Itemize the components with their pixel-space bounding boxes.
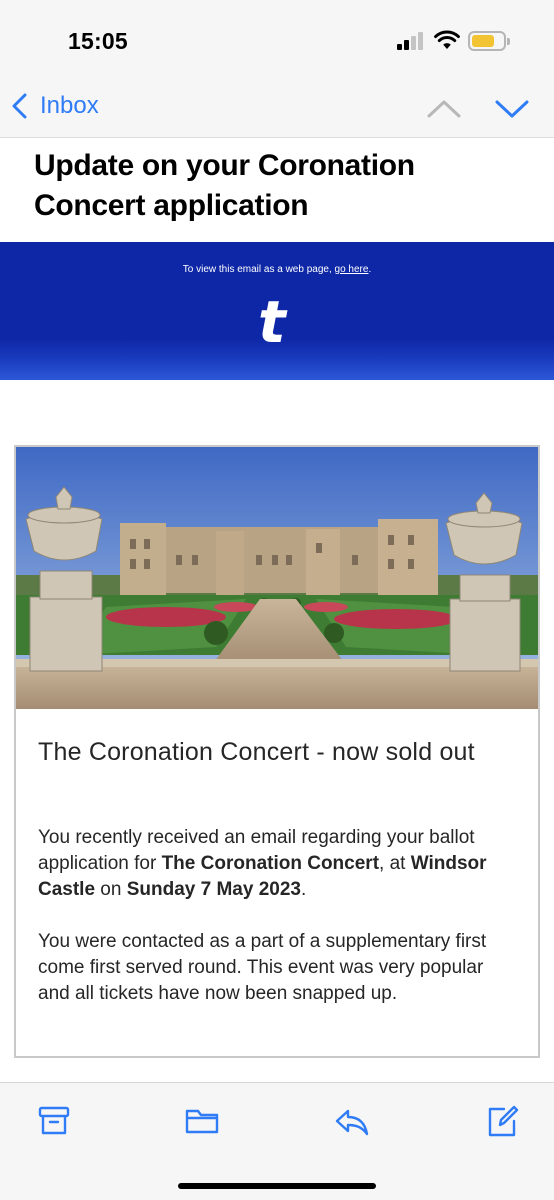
para1-text-4: . — [301, 879, 307, 900]
reply-button[interactable] — [334, 1103, 370, 1139]
announcement-card: The Coronation Concert - now sold out Yo… — [14, 445, 540, 1058]
para1-text-2: , at — [379, 853, 411, 874]
reply-icon — [335, 1109, 369, 1136]
paragraph-ballot: You recently received an email regarding… — [38, 825, 516, 903]
archive-button[interactable] — [36, 1103, 72, 1139]
web-view-text: To view this email as a web page, — [182, 264, 332, 275]
web-view-line: To view this email as a web page, go her… — [0, 264, 554, 275]
home-indicator[interactable] — [178, 1183, 376, 1189]
archive-icon — [38, 1106, 70, 1135]
move-to-folder-button[interactable] — [184, 1103, 220, 1139]
event-name: The Coronation Concert — [161, 853, 380, 874]
event-date: Sunday 7 May 2023 — [126, 879, 301, 900]
card-body: You recently received an email regarding… — [38, 825, 516, 1033]
web-view-suffix: . — [368, 264, 372, 275]
back-to-inbox-button[interactable]: Inbox — [10, 92, 99, 120]
wifi-icon — [434, 30, 460, 49]
battery-level — [472, 35, 494, 47]
previous-message-button[interactable] — [426, 94, 462, 124]
next-message-button[interactable] — [494, 94, 530, 124]
battery-cap — [507, 38, 510, 45]
status-bar: 15:05 — [0, 0, 554, 80]
windsor-castle-image — [16, 447, 538, 709]
ticketmaster-logo: t — [258, 288, 286, 356]
compose-icon — [488, 1105, 519, 1137]
back-label: Inbox — [40, 92, 99, 119]
chevron-down-icon — [495, 100, 529, 118]
folder-icon — [185, 1109, 219, 1134]
chevron-left-icon — [12, 93, 27, 119]
email-brand-header: To view this email as a web page, go her… — [0, 242, 554, 380]
email-subject: Update on your Coronation Concert applic… — [34, 149, 415, 222]
para1-text-3: on — [95, 879, 127, 900]
card-title: The Coronation Concert - now sold out — [38, 738, 475, 766]
battery-icon — [468, 31, 506, 51]
cellular-signal-icon — [397, 32, 425, 50]
paragraph-sold-out: You were contacted as a part of a supple… — [38, 931, 487, 1004]
chevron-up-icon — [427, 100, 461, 118]
web-view-link[interactable]: go here — [335, 264, 369, 275]
mail-nav-bar: Inbox — [0, 80, 554, 138]
status-time: 15:05 — [68, 28, 128, 54]
compose-button[interactable] — [484, 1103, 520, 1139]
